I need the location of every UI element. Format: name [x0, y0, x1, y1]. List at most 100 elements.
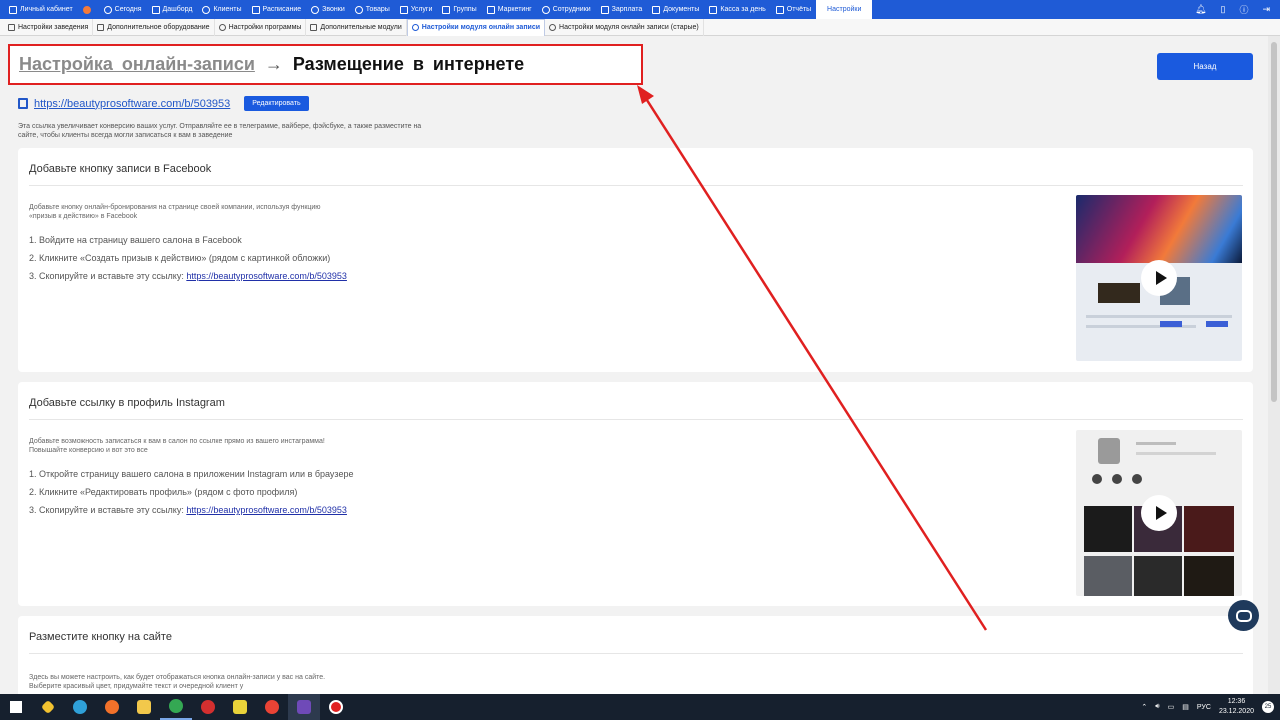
taskbar-app[interactable]	[128, 694, 160, 720]
taskbar-app[interactable]	[96, 694, 128, 720]
scrollbar-thumb[interactable]	[1271, 42, 1277, 402]
step-text: 3. Скопируйте и вставьте эту ссылку:	[29, 505, 187, 515]
app-icon	[265, 700, 279, 714]
taskbar-app[interactable]	[256, 694, 288, 720]
nav-salary[interactable]: Зарплата	[596, 0, 648, 19]
nav-label: Сегодня	[114, 6, 142, 13]
chrome-icon	[169, 699, 183, 713]
tab-extra-equipment[interactable]: Дополнительное оборудование	[93, 18, 215, 36]
nav-settings[interactable]: Настройки	[816, 0, 873, 19]
nav-dashboard[interactable]: Дашборд	[147, 0, 198, 19]
tab-extra-modules[interactable]: Дополнительные модули	[306, 18, 407, 36]
card-description: Здесь вы можете настроить, как будет ото…	[29, 674, 326, 690]
nav-services[interactable]: Услуги	[395, 0, 438, 19]
taskbar-app[interactable]	[160, 694, 192, 720]
battery-icon[interactable]: ▭	[1168, 703, 1175, 711]
taskbar-app[interactable]	[320, 694, 352, 720]
back-button[interactable]: Назад	[1157, 53, 1253, 80]
step-link[interactable]: https://beautyprosoftware.com/b/503953	[186, 271, 347, 281]
schedule-icon	[251, 5, 260, 14]
bell-icon[interactable]: 🔔︎	[1195, 4, 1206, 15]
nav-personal-cabinet[interactable]: Личный кабинет	[4, 0, 78, 19]
windows-start-button[interactable]	[0, 694, 32, 720]
grid-photo	[1084, 506, 1132, 552]
edit-button[interactable]: Редактировать	[244, 96, 309, 111]
thumb-button	[1160, 321, 1182, 327]
breadcrumb-parent-link[interactable]: Настройка онлайн-записи	[19, 54, 255, 75]
chart-icon	[151, 5, 160, 14]
settings-subtabs: Настройки заведения Дополнительное обору…	[0, 18, 1280, 36]
windows-taskbar	[0, 694, 1280, 720]
nav-goods[interactable]: Товары	[350, 0, 395, 19]
nav-reports[interactable]: Отчёты	[771, 0, 816, 19]
nav-groups[interactable]: Группы	[437, 0, 481, 19]
thumb-line	[1086, 315, 1232, 318]
nav-label: Касса за день	[720, 6, 766, 13]
profile-photo	[1098, 438, 1120, 464]
nav-label: Группы	[453, 6, 477, 13]
booking-link[interactable]: https://beautyprosoftware.com/b/503953	[34, 98, 230, 110]
tab-venue-settings[interactable]: Настройки заведения	[4, 18, 94, 36]
taskbar-app[interactable]	[192, 694, 224, 720]
page-scrollbar[interactable]	[1268, 36, 1280, 694]
step-item: 1. Войдите на страницу вашего салона в F…	[29, 235, 242, 245]
story-circle	[1092, 474, 1102, 484]
top-right-icons: 🔔︎ ▯ ⓘ ⇥	[1195, 0, 1270, 19]
cash-register-icon	[709, 5, 718, 14]
notification-badge[interactable]: 25	[1262, 701, 1274, 713]
nav-cash[interactable]: Касса за день	[704, 0, 770, 19]
taskbar-app[interactable]	[224, 694, 256, 720]
step-link[interactable]: https://beautyprosoftware.com/b/503953	[186, 505, 347, 515]
mobile-icon[interactable]: ▯	[1220, 4, 1225, 15]
grid-photo	[1184, 556, 1234, 596]
logout-icon[interactable]: ⇥	[1262, 4, 1270, 15]
windows-logo-icon	[10, 701, 22, 713]
app-icon	[40, 699, 56, 715]
chevron-up-icon[interactable]: ⌃	[1141, 703, 1147, 711]
nav-marketing[interactable]: Маркетинг	[482, 0, 537, 19]
taskbar-app[interactable]	[288, 694, 320, 720]
keyboard-language[interactable]: РУС	[1197, 704, 1211, 711]
tab-online-booking-settings-old[interactable]: Настройки модуля онлайн записи (старые)	[545, 18, 704, 36]
nav-calls[interactable]: Звонки	[306, 0, 350, 19]
play-icon[interactable]	[1141, 495, 1177, 531]
nav-badge[interactable]	[78, 0, 99, 19]
divider	[29, 185, 1243, 186]
tab-program-settings[interactable]: Настройки программы	[215, 18, 307, 36]
cover-image	[1076, 195, 1242, 263]
staff-icon	[541, 5, 550, 14]
nav-documents[interactable]: Документы	[647, 0, 704, 19]
group-icon	[442, 5, 451, 14]
top-navigation: Личный кабинет Сегодня Дашборд Клиенты Р…	[0, 0, 1280, 19]
step-item: 3. Скопируйте и вставьте эту ссылку: htt…	[29, 267, 347, 285]
calendar-today-icon	[103, 5, 112, 14]
card-description: Добавьте возможность записаться к вам в …	[29, 438, 325, 454]
nav-schedule[interactable]: Расписание	[247, 0, 307, 19]
network-icon[interactable]: ▤	[1182, 703, 1189, 711]
firefox-icon	[105, 700, 119, 714]
card-title: Разместите кнопку на сайте	[29, 631, 172, 643]
grid-photo	[1084, 556, 1132, 596]
facebook-card: Добавьте кнопку записи в Facebook Добавь…	[18, 148, 1253, 372]
clock-date: 23.12.2020	[1218, 708, 1254, 715]
instagram-video-thumbnail[interactable]	[1076, 430, 1242, 596]
nav-today[interactable]: Сегодня	[99, 0, 147, 19]
tab-online-booking-settings[interactable]: Настройки модуля онлайн записи	[406, 18, 546, 36]
speaker-icon[interactable]: 🔊︎	[1155, 703, 1159, 711]
clock-time: 12:36	[1227, 698, 1246, 705]
main-content: Настройка онлайн-записи → Размещение в и…	[0, 36, 1268, 694]
copy-icon[interactable]	[18, 98, 28, 109]
opera-icon	[201, 700, 215, 714]
nav-label: Настройки	[827, 6, 862, 13]
info-icon[interactable]: ⓘ	[1239, 3, 1248, 16]
taskbar-app[interactable]	[32, 694, 64, 720]
nav-clients[interactable]: Клиенты	[197, 0, 246, 19]
clock[interactable]: 12:36 23.12.2020	[1219, 697, 1254, 717]
facebook-video-thumbnail[interactable]	[1076, 195, 1242, 361]
play-icon[interactable]	[1141, 260, 1177, 296]
document-icon	[652, 5, 661, 14]
taskbar-app[interactable]	[64, 694, 96, 720]
nav-staff[interactable]: Сотрудники	[537, 0, 596, 19]
thumb-button	[1206, 321, 1228, 327]
chat-button[interactable]	[1228, 600, 1259, 631]
